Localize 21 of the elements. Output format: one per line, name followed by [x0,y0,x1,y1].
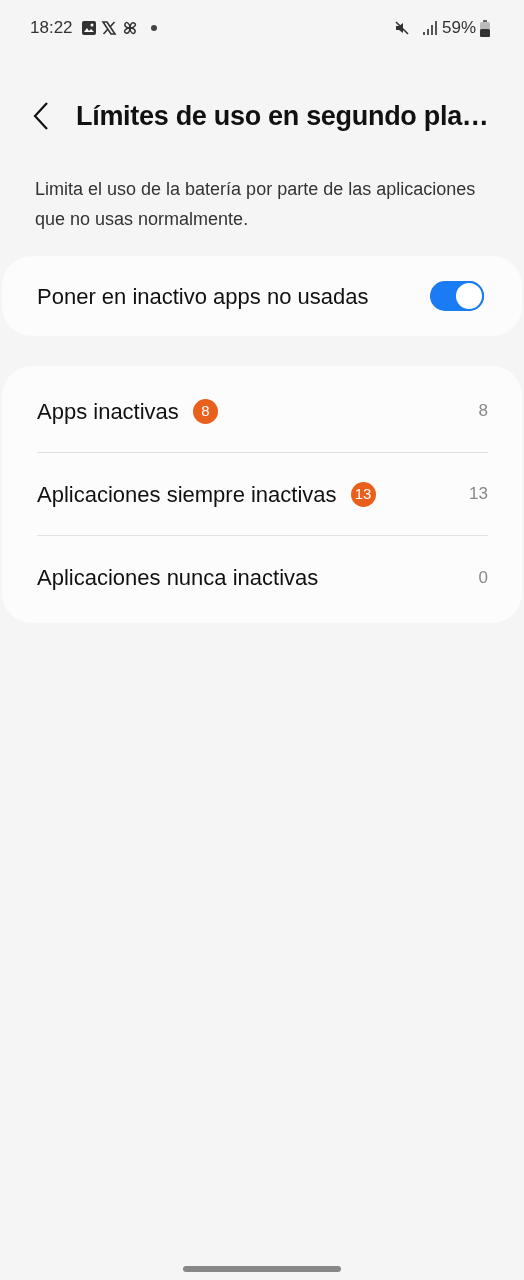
mute-icon [393,20,410,36]
back-button[interactable] [32,101,50,131]
toggle-switch[interactable] [430,281,484,311]
list-item-label[interactable]: Aplicaciones siempre inactivas [37,477,337,511]
item-count: 0 [478,566,488,589]
battery-icon [480,19,490,37]
page-title: Límites de uso en segundo pla… [76,99,489,133]
list-item-label[interactable]: Apps inactivas [37,394,179,428]
item-count: 13 [469,483,488,506]
count-badge: 13 [350,481,376,507]
item-count: 8 [478,400,488,423]
battery-percent: 59% [441,17,476,40]
clock: 18:22 [30,17,73,40]
setting-label: Poner en inactivo apps no usadas [37,282,369,311]
count-badge: 8 [192,398,218,424]
image-icon [80,20,97,36]
x-icon [100,20,117,36]
signal-icon [421,20,438,36]
dot-icon [150,25,157,31]
list-item-label[interactable]: Aplicaciones nunca inactivas [37,561,319,594]
description-text: Limita el uso de la batería por parte de las aplicaciones que no usas normalmente. [34,178,477,231]
